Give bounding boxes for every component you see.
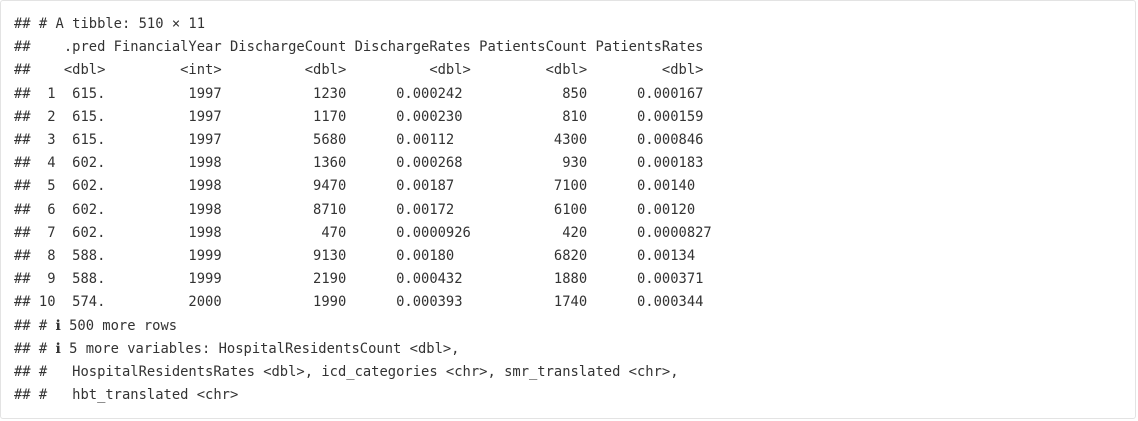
column-names-line: ## .pred FinancialYear DischargeCount Di… [14, 39, 704, 56]
more-variables-note: ## # ℹ 5 more variables: HospitalResiden… [14, 340, 460, 357]
table-row: ## 3 615. 1997 5680 0.00112 4300 0.00084… [14, 132, 704, 149]
table-row: ## 10 574. 2000 1990 0.000393 1740 0.000… [14, 294, 704, 311]
more-rows-note: ## # ℹ 500 more rows [14, 317, 178, 334]
table-row: ## 7 602. 1998 470 0.0000926 420 0.00008… [14, 224, 712, 241]
column-types-line: ## <dbl> <int> <dbl> <dbl> <dbl> <dbl> [14, 62, 704, 79]
console-output-box: ## # A tibble: 510 × 11 ## .pred Financia… [0, 0, 1136, 419]
console-output: ## # A tibble: 510 × 11 ## .pred Financia… [1, 1, 1135, 407]
table-row: ## 4 602. 1998 1360 0.000268 930 0.00018… [14, 155, 704, 172]
table-row: ## 2 615. 1997 1170 0.000230 810 0.00015… [14, 108, 704, 125]
more-variables-note-cont: ## # HospitalResidentsRates <dbl>, icd_c… [14, 364, 679, 381]
table-row: ## 8 588. 1999 9130 0.00180 6820 0.00134 [14, 248, 696, 265]
table-row: ## 9 588. 1999 2190 0.000432 1880 0.0003… [14, 271, 704, 288]
tibble-header-line: ## # A tibble: 510 × 11 [14, 16, 206, 32]
table-row: ## 6 602. 1998 8710 0.00172 6100 0.00120 [14, 201, 696, 218]
table-row: ## 1 615. 1997 1230 0.000242 850 0.00016… [14, 85, 704, 102]
table-row: ## 5 602. 1998 9470 0.00187 7100 0.00140 [14, 178, 696, 195]
more-variables-note-cont: ## # hbt_translated <chr> [14, 387, 239, 404]
